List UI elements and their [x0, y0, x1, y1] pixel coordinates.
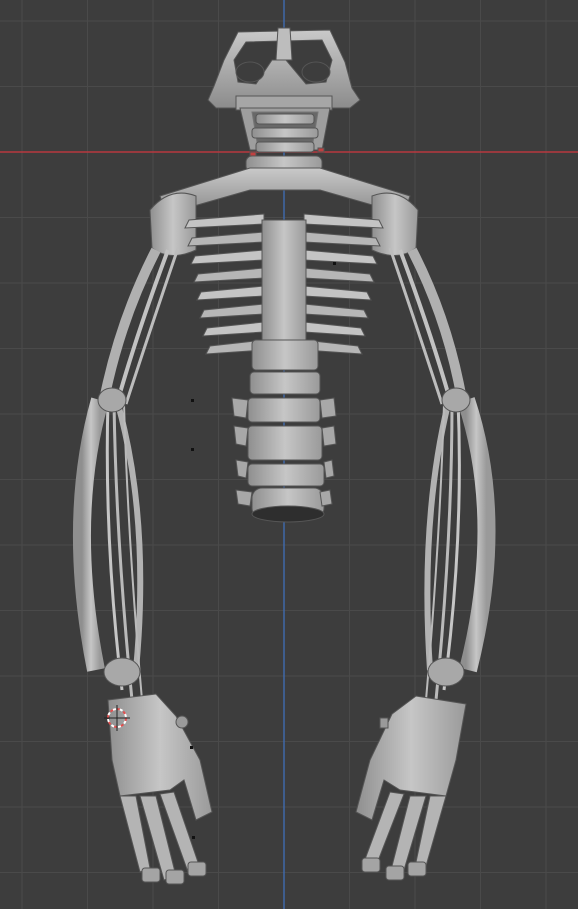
rib-left[interactable] [187, 231, 265, 247]
rib-right[interactable] [303, 213, 384, 229]
right-hand[interactable] [355, 695, 467, 881]
rib-right[interactable] [303, 303, 369, 319]
left-arm[interactable] [72, 247, 180, 701]
rib-right[interactable] [303, 249, 378, 265]
left-hand[interactable] [107, 693, 213, 885]
robot-skeleton-model[interactable] [0, 0, 578, 909]
rib-left[interactable] [199, 303, 265, 319]
rib-right[interactable] [303, 231, 381, 247]
rib-left[interactable] [190, 249, 265, 265]
spine-column[interactable] [231, 219, 337, 523]
rib-left[interactable] [184, 213, 265, 229]
rib-right[interactable] [303, 267, 375, 283]
rib-right[interactable] [303, 321, 366, 337]
neck-vertebrae[interactable] [245, 113, 325, 173]
3d-viewport[interactable] [0, 0, 578, 909]
right-arm[interactable] [388, 247, 496, 701]
rib-left[interactable] [193, 267, 265, 283]
rib-right[interactable] [303, 285, 372, 301]
rib-left[interactable] [196, 285, 265, 301]
rib-left[interactable] [202, 321, 265, 337]
